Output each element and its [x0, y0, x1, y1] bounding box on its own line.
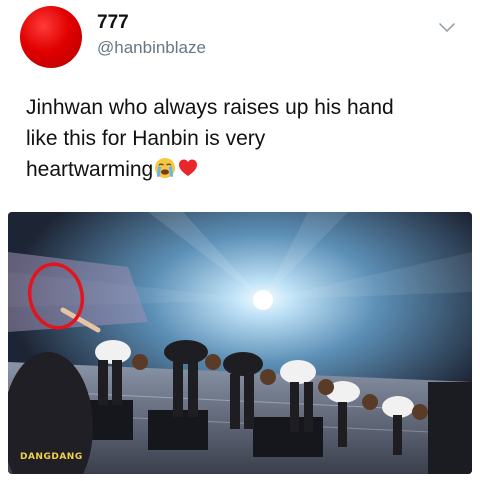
avatar[interactable] — [20, 6, 82, 68]
tweet-card: 777 @hanbinblaze Jinhwan who always rais… — [0, 0, 480, 481]
red-heart-icon — [177, 157, 199, 188]
tweet-text-line: like this for Hanbin is very — [26, 127, 266, 150]
tweet-text: Jinhwan who always raises up his hand li… — [26, 92, 466, 188]
tweet-text-line: heartwarming — [26, 154, 466, 188]
tweet-text-fragment: heartwarming — [26, 158, 154, 181]
watermark: DANGDANG — [20, 452, 83, 462]
display-name[interactable]: 777 — [97, 12, 129, 34]
tweet-photo[interactable]: DANGDANG — [8, 212, 472, 474]
tweet-text-line: Jinhwan who always raises up his hand — [26, 96, 394, 119]
concert-photo — [8, 212, 472, 474]
chevron-down-icon[interactable] — [438, 22, 456, 34]
user-handle[interactable]: @hanbinblaze — [97, 38, 206, 58]
loudly-crying-face-icon — [154, 157, 176, 188]
